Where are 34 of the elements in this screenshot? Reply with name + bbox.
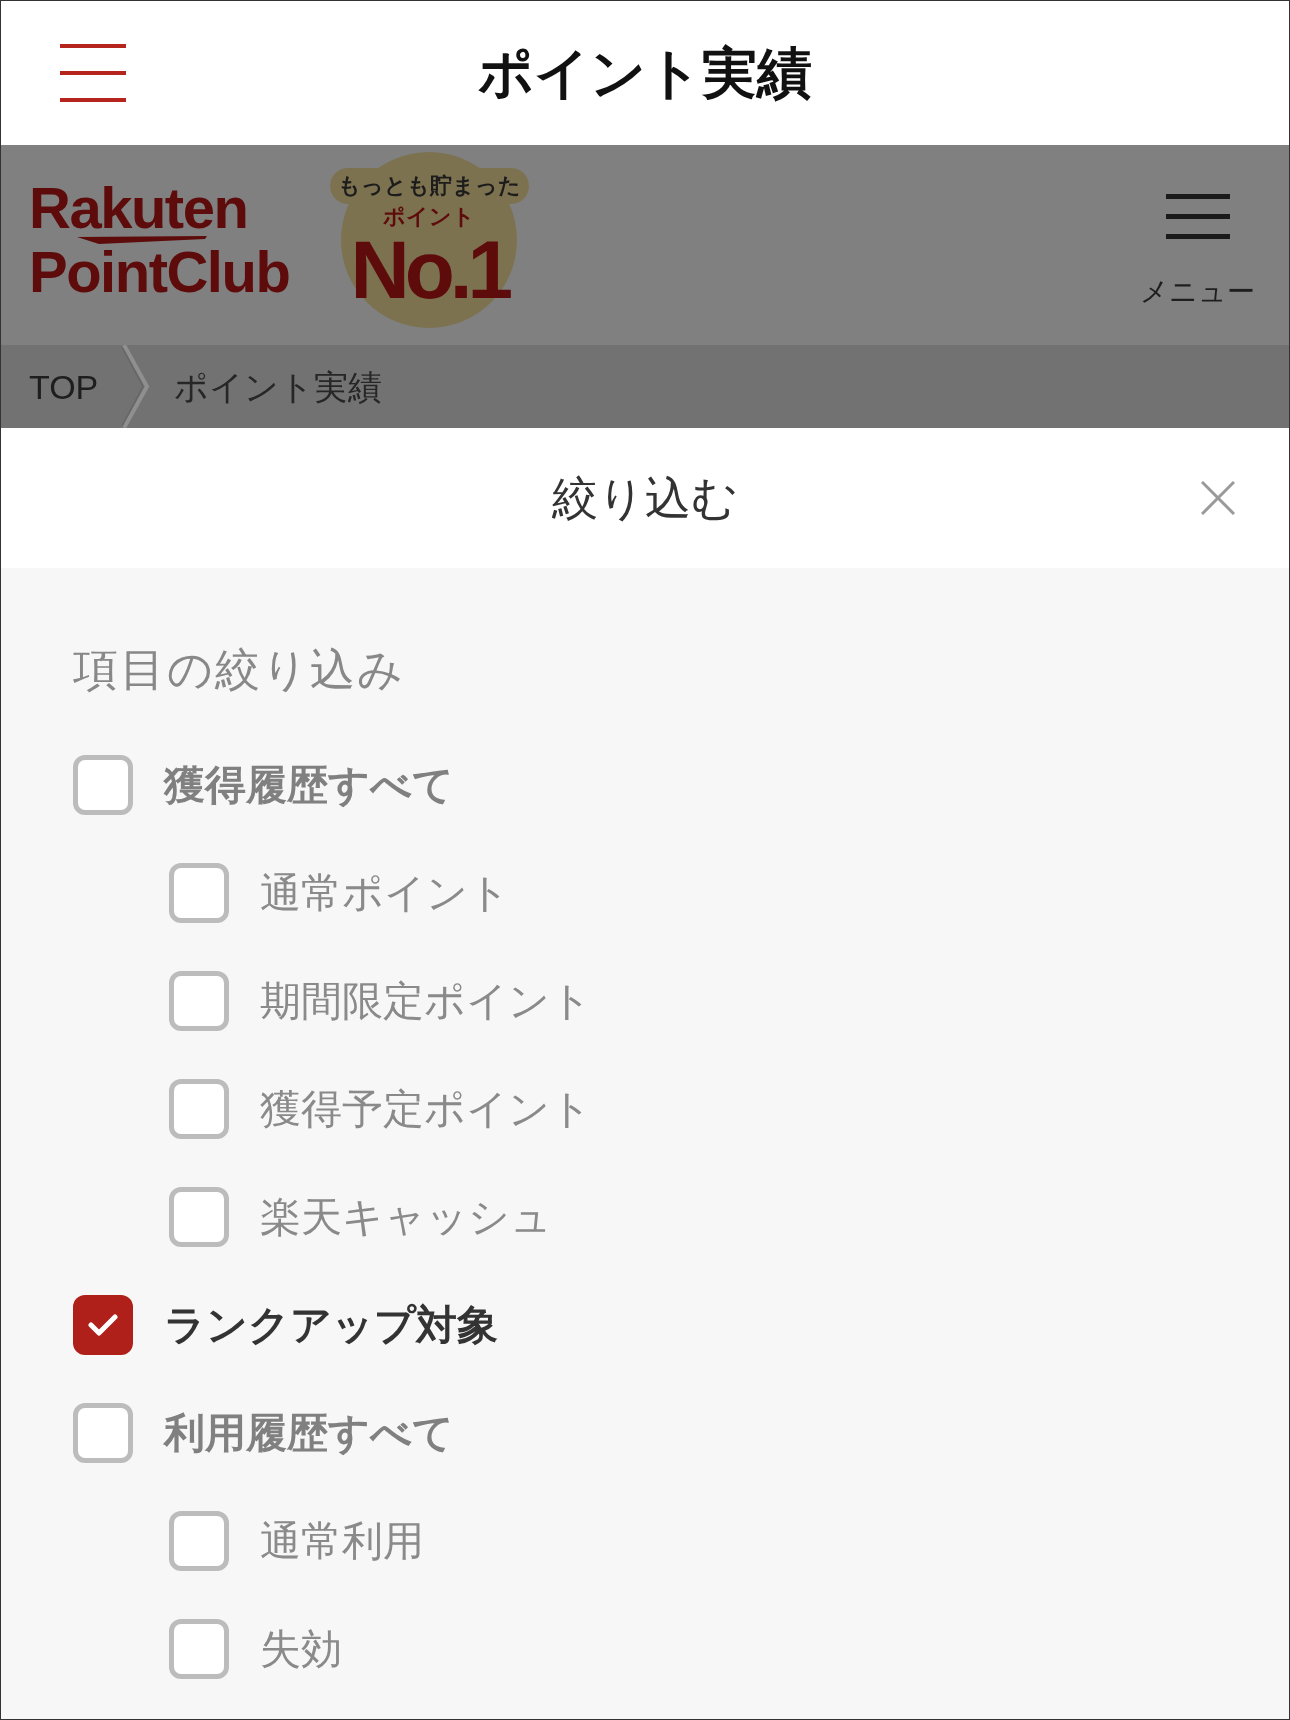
badge-rank: No.1 [350,230,509,310]
checkbox-label[interactable]: 通常利用 [260,1515,424,1567]
logo-text: PointClub [29,244,290,300]
menu-icon[interactable] [60,44,126,102]
checkbox-label[interactable]: 通常ポイント [260,867,510,919]
checkbox[interactable] [169,971,229,1031]
checkbox-label[interactable]: ランクアップ対象 [164,1299,498,1351]
checkbox-label[interactable]: 失効 [260,1623,342,1675]
badge-caption: もっとも貯まった [329,168,529,204]
checkbox[interactable] [73,1403,133,1463]
checkbox[interactable] [169,863,229,923]
logo-swoosh-icon [77,236,207,244]
checkbox-label[interactable]: 獲得予定ポイント [260,1083,592,1135]
checkbox-label[interactable]: 利用履歴すべて [164,1407,454,1459]
menu-icon [1165,194,1230,239]
checkbox[interactable] [73,755,133,815]
breadcrumb-current: ポイント実績 [174,366,383,408]
checkbox-label[interactable]: 楽天キャッシュ [260,1191,552,1243]
section-title: 項目の絞り込み [73,643,405,697]
page-title: ポイント実績 [478,41,812,106]
checkbox[interactable] [169,1079,229,1139]
checkbox[interactable] [169,1619,229,1679]
check-icon [88,1314,118,1336]
checkbox[interactable] [169,1511,229,1571]
sheet-title: 絞り込む [552,471,738,526]
checkbox[interactable] [73,1295,133,1355]
checkbox[interactable] [169,1187,229,1247]
close-icon[interactable] [1201,481,1235,515]
breadcrumb-link[interactable]: TOP [29,365,99,408]
menu-button[interactable]: メニュー [1140,194,1255,309]
logo-text: Rakuten [29,180,248,236]
checkbox-label[interactable]: 獲得履歴すべて [164,759,454,811]
checkbox-label[interactable]: 期間限定ポイント [260,975,592,1027]
badge-subtitle: ポイント [383,204,476,230]
